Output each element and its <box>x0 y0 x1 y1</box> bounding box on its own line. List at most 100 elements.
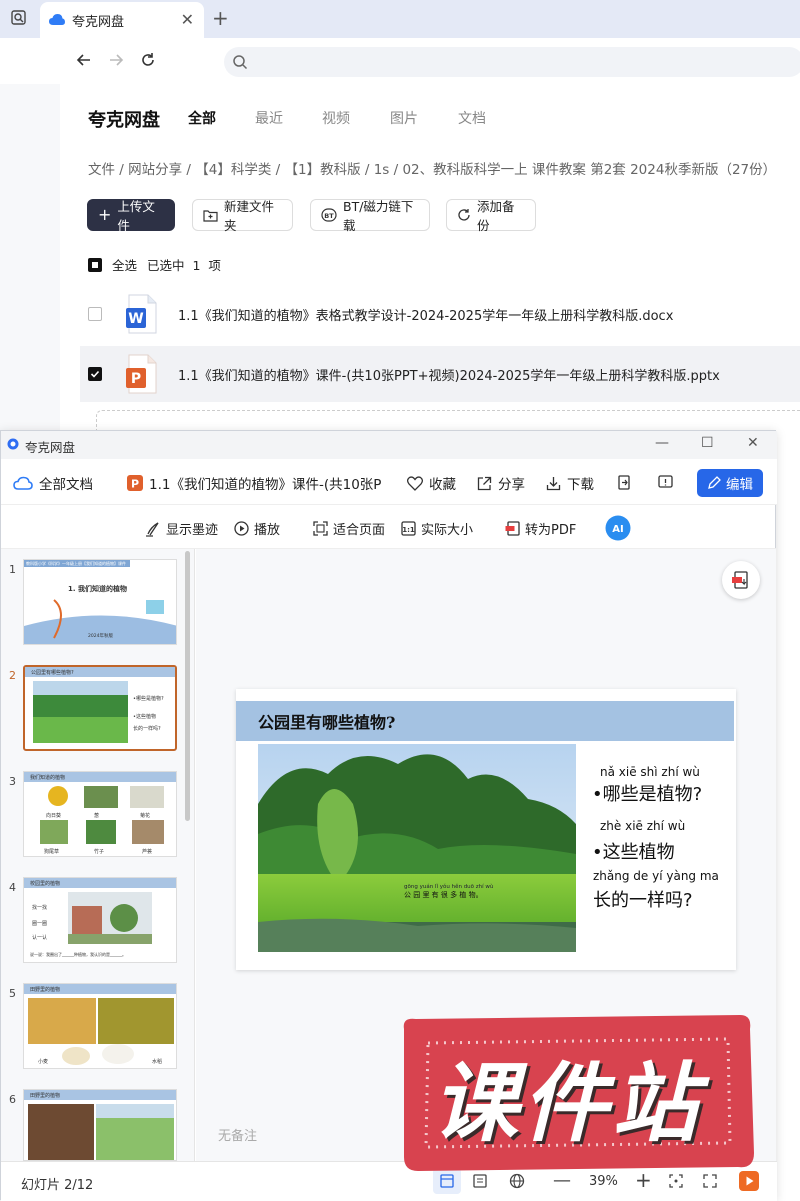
search-icon <box>232 54 248 70</box>
slide-counter: 幻灯片 2/12 <box>21 1178 94 1193</box>
share-button[interactable]: 分享 <box>477 473 525 493</box>
play-icon <box>234 521 249 536</box>
ink-pen-icon <box>145 521 161 537</box>
fit-page-label: 适合页面 <box>333 523 386 538</box>
svg-text:AI: AI <box>612 524 623 535</box>
thumb-label: 狗尾草 <box>44 849 60 855</box>
all-docs-button[interactable]: 全部文档 <box>13 473 93 493</box>
file-name[interactable]: 1.1《我们知道的植物》表格式教学设计-2024-2025学年一年级上册科学教科… <box>178 305 673 324</box>
favorite-label: 收藏 <box>429 477 456 493</box>
thumbnail-number: 6 <box>9 1093 16 1106</box>
slide-line-pinyin: zhè xiē zhí wù <box>600 819 686 833</box>
tab-recent[interactable]: 最近 <box>255 108 283 128</box>
close-window-icon[interactable]: ✕ <box>747 435 759 451</box>
thumbnail-number: 2 <box>9 669 16 682</box>
select-all-label[interactable]: 全选 <box>112 255 137 274</box>
slide-thumbnail-6[interactable]: 田野里的植物 <box>23 1089 177 1161</box>
bt-magnet-download-button[interactable]: BT BT/磁力链下载 <box>310 199 430 233</box>
actual-size-label: 实际大小 <box>421 523 474 538</box>
pdf-export-fab[interactable] <box>722 561 760 599</box>
slide-thumbnail-2[interactable]: 公园里有哪些植物? •哪些是植物? •这些植物 长的一样吗? <box>23 665 177 751</box>
ai-assistant-icon[interactable]: AI <box>605 515 631 541</box>
new-folder-button[interactable]: 新建文件夹 <box>192 199 293 233</box>
play-button[interactable]: 播放 <box>234 519 280 538</box>
pdf-file-icon <box>731 570 751 590</box>
heart-icon <box>407 475 423 491</box>
download-label: 下载 <box>567 477 594 493</box>
plus-icon: + <box>98 205 112 224</box>
actual-size-button[interactable]: 1:1 实际大小 <box>401 519 473 538</box>
slide-line-pinyin: zhǎng de yí yàng ma <box>593 869 719 883</box>
pan-brand: 夸克网盘 <box>88 110 160 131</box>
convert-pdf-button[interactable]: 转为PDF <box>505 519 576 538</box>
thumbnail-number: 4 <box>9 881 16 894</box>
export-icon[interactable] <box>617 475 631 490</box>
add-backup-button[interactable]: 添加备份 <box>446 199 536 233</box>
forward-arrow-icon[interactable] <box>108 52 124 68</box>
tab-images[interactable]: 图片 <box>390 108 418 128</box>
current-slide: 公园里有哪些植物? gōng yuán lǐ yǒu hěn duō zhí w… <box>236 689 736 970</box>
file-checkbox[interactable] <box>88 307 102 321</box>
slide-thumbnail-3[interactable]: 我们知道的植物 向日葵 葱 菊花 狗尾草 竹子 芦荟 <box>23 771 177 857</box>
upload-file-button[interactable]: + 上传文件 <box>87 199 175 233</box>
fullscreen-icon[interactable] <box>703 1174 717 1188</box>
park-photo: gōng yuán lǐ yǒu hěn duō zhí wù 公 园 里 有 … <box>258 744 576 952</box>
watermark-text: 课件站 <box>432 1054 702 1154</box>
slide-thumbnail-panel[interactable]: 1 教科版小学《科学》一年级上册【我们知道的植物】课件 1. 我们知道的植物 2… <box>1 549 195 1161</box>
tab-all[interactable]: 全部 <box>188 108 216 128</box>
slide-thumbnail-1[interactable]: 教科版小学《科学》一年级上册【我们知道的植物】课件 1. 我们知道的植物 202… <box>23 559 177 645</box>
viewer-titlebar: 夸克网盘 — ☐ ✕ <box>1 431 777 459</box>
selection-row: 全选 已选中 1 项 <box>88 255 221 274</box>
file-row[interactable]: W 1.1《我们知道的植物》表格式教学设计-2024-2025学年一年级上册科学… <box>80 286 800 342</box>
tab-docs[interactable]: 文档 <box>458 108 486 128</box>
download-button[interactable]: 下载 <box>546 473 594 493</box>
zoom-out-icon[interactable]: — <box>553 1170 571 1191</box>
browser-tab-quark-pan[interactable]: 夸克网盘 ✕ <box>40 2 204 38</box>
fit-page-button[interactable]: 适合页面 <box>313 519 385 538</box>
thumb-label: 向日葵 <box>46 813 62 819</box>
thumbnail-scrollbar[interactable] <box>185 551 190 821</box>
slide-thumbnail-4[interactable]: 校园里的植物 找一找 圈一圈 认一认 说一说：我圈出了______种植物，我认识… <box>23 877 177 963</box>
select-all-checkbox[interactable] <box>88 257 102 272</box>
all-docs-label: 全部文档 <box>39 477 93 493</box>
new-tab-icon[interactable]: + <box>212 6 229 30</box>
address-bar[interactable] <box>224 47 800 77</box>
edit-button[interactable]: 编辑 <box>697 469 763 497</box>
zoom-level[interactable]: 39% <box>589 1174 618 1189</box>
powerpoint-icon: P <box>127 475 143 491</box>
breadcrumb[interactable]: 文件 / 网站分享 / 【4】科学类 / 【1】教科版 / 1s / 02、教科… <box>88 158 800 178</box>
file-checkbox[interactable] <box>88 367 102 381</box>
close-tab-icon[interactable]: ✕ <box>181 10 194 29</box>
back-arrow-icon[interactable] <box>76 52 92 68</box>
focus-frame-icon[interactable] <box>669 1174 683 1188</box>
tab-search-icon[interactable] <box>10 9 28 27</box>
fit-page-icon <box>313 521 328 536</box>
file-row[interactable]: P 1.1《我们知道的植物》课件-(共10张PPT+视频)2024-2025学年… <box>80 346 800 402</box>
thumb-line: •这些植物 <box>133 714 156 720</box>
file-name[interactable]: 1.1《我们知道的植物》课件-(共10张PPT+视频)2024-2025学年一年… <box>178 365 720 384</box>
edit-label: 编辑 <box>726 477 753 493</box>
show-ink-button[interactable]: 显示墨迹 <box>145 519 218 538</box>
notes-view-icon[interactable] <box>473 1174 487 1188</box>
document-title: P 1.1《我们知道的植物》课件-(共10张P <box>127 473 381 493</box>
thumbnail-number: 1 <box>9 563 16 576</box>
globe-icon[interactable] <box>509 1173 525 1189</box>
notes-placeholder[interactable]: 无备注 <box>218 1125 257 1144</box>
show-ink-label: 显示墨迹 <box>166 523 219 538</box>
thumb-title: 校园里的植物 <box>30 881 61 887</box>
minimize-icon[interactable]: — <box>655 435 669 451</box>
svg-text:P: P <box>131 478 139 491</box>
tab-video[interactable]: 视频 <box>322 108 350 128</box>
favorite-button[interactable]: 收藏 <box>407 473 456 493</box>
slideshow-play-icon[interactable] <box>739 1171 759 1191</box>
folder-plus-icon <box>203 209 218 222</box>
thumb-label: 竹子 <box>94 849 105 855</box>
reload-icon[interactable] <box>140 52 156 68</box>
svg-text:BT: BT <box>324 212 334 220</box>
slide-thumbnail-5[interactable]: 田野里的植物 小麦 水稻 <box>23 983 177 1069</box>
download-icon <box>546 476 561 491</box>
maximize-icon[interactable]: ☐ <box>701 435 714 451</box>
viewer-toolbar: 全部文档 P 1.1《我们知道的植物》课件-(共10张P 收藏 分享 下载 <box>1 459 777 505</box>
feedback-icon[interactable] <box>658 475 673 490</box>
svg-text:W: W <box>128 311 143 327</box>
